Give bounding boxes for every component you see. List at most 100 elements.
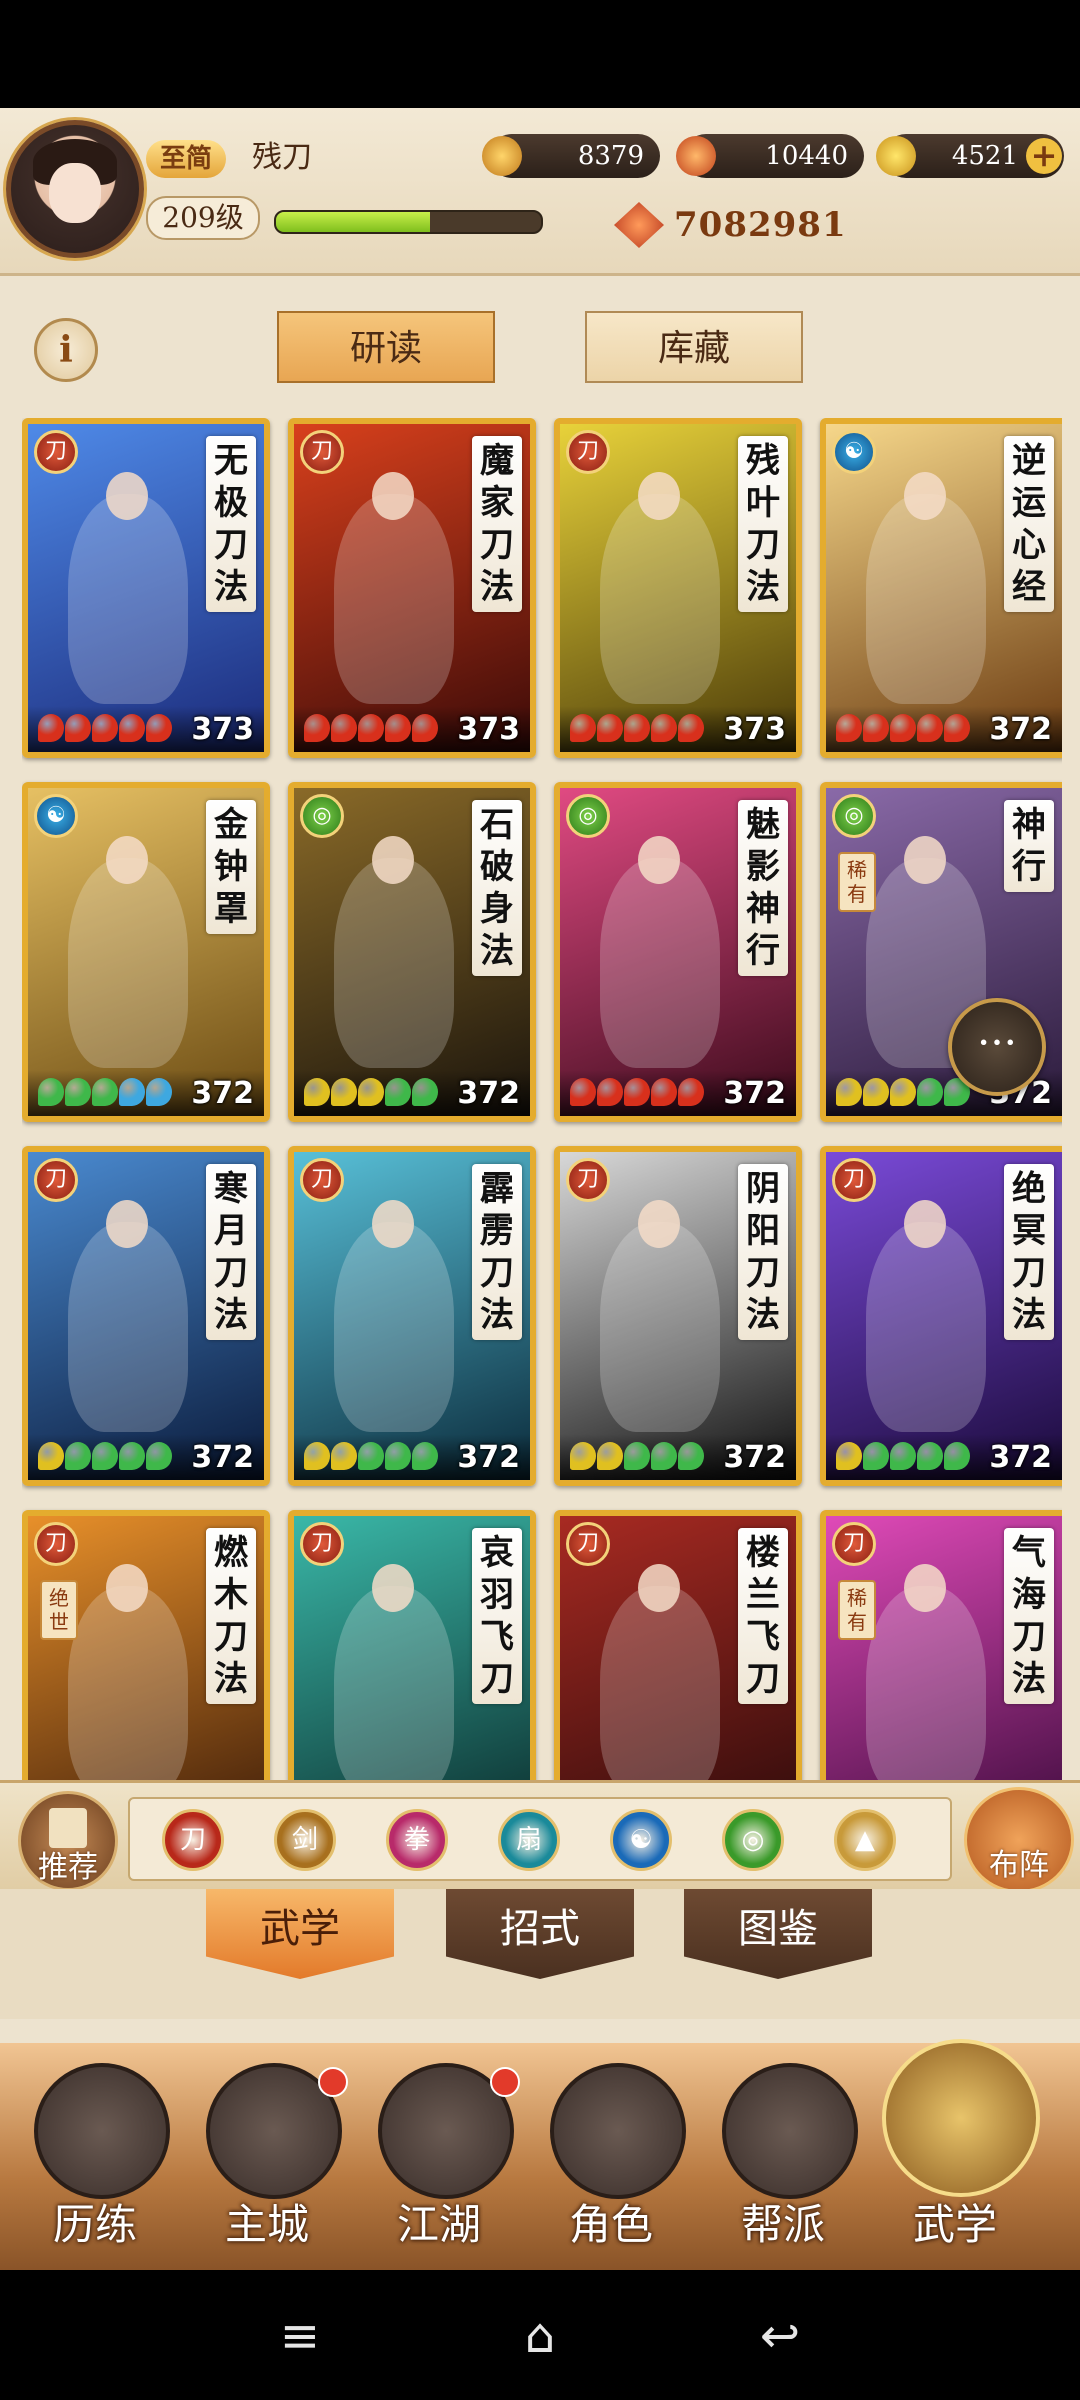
ingot-value: 10440	[765, 141, 848, 171]
nav-item[interactable]: 武学	[870, 2039, 1040, 2263]
card-figure	[600, 494, 720, 704]
star-rating	[304, 1442, 439, 1472]
card-figure-head	[106, 1564, 148, 1612]
card-title: 楼兰飞刀	[738, 1528, 788, 1704]
chat-bubble-icon[interactable]: ···	[948, 998, 1046, 1096]
coin-counter[interactable]: 8379	[482, 134, 660, 178]
skill-card[interactable]: 刀 无极刀法 373	[22, 418, 270, 758]
skill-card[interactable]: ◎ 石破身法 372	[288, 782, 536, 1122]
star-bead-icon	[836, 1442, 862, 1470]
card-level: 372	[989, 712, 1052, 747]
yin-yang-filter-icon[interactable]: ☯	[610, 1809, 672, 1871]
player-level: 209级	[146, 196, 260, 240]
player-avatar[interactable]	[6, 120, 144, 258]
sword-filter-icon[interactable]: 刀	[162, 1809, 224, 1871]
star-bead-icon	[917, 714, 943, 742]
filter-bar: 推荐 刀剑拳扇 ☯ ◎ ▲ 布阵	[0, 1780, 1080, 1893]
card-figure	[866, 1222, 986, 1432]
card-figure-head	[372, 836, 414, 884]
guild-icon	[722, 2063, 858, 2199]
vip-badge[interactable]: 至简	[146, 140, 227, 178]
star-bead-icon	[385, 1078, 411, 1106]
star-bead-icon	[65, 714, 91, 742]
type-filter-strip: 刀剑拳扇 ☯ ◎ ▲	[128, 1797, 952, 1881]
formation-button[interactable]: 布阵	[964, 1787, 1074, 1893]
nav-item[interactable]: 角色	[526, 2053, 696, 2263]
card-figure	[600, 1222, 720, 1432]
up-arrow-filter-icon[interactable]: ▲	[834, 1809, 896, 1871]
tab-study[interactable]: 研读	[277, 311, 495, 383]
tab-collection[interactable]: 库藏	[585, 311, 803, 383]
card-figure-head	[904, 1200, 946, 1248]
star-bead-icon	[331, 714, 357, 742]
skill-card[interactable]: 刀 残叶刀法 373	[554, 418, 802, 758]
skill-card[interactable]: 刀 魔家刀法 373	[288, 418, 536, 758]
swirl-filter-icon[interactable]: ◎	[722, 1809, 784, 1871]
star-bead-icon	[385, 714, 411, 742]
player-header: 至简 残刀 209级 8379 10440 4521 + 7082981	[0, 108, 1080, 276]
staff-filter-icon[interactable]: 剑	[274, 1809, 336, 1871]
skill-card[interactable]: 刀 绝冥刀法 372	[820, 1146, 1062, 1486]
gold-counter[interactable]: 4521 +	[876, 134, 1064, 178]
skill-card[interactable]: 刀 霹雳刀法 372	[288, 1146, 536, 1486]
card-title: 残叶刀法	[738, 436, 788, 612]
sword-icon: 刀	[34, 1522, 78, 1566]
star-bead-icon	[863, 1442, 889, 1470]
card-level: 372	[723, 1440, 786, 1475]
card-level: 373	[723, 712, 786, 747]
recommend-button[interactable]: 推荐	[18, 1791, 118, 1891]
player-name: 残刀	[252, 140, 312, 175]
skill-card[interactable]: ◎ 魅影神行 372	[554, 782, 802, 1122]
menu-icon[interactable]: ≡	[270, 2306, 330, 2366]
card-figure	[334, 1222, 454, 1432]
home-icon[interactable]: ⌂	[510, 2306, 570, 2366]
character-icon	[550, 2063, 686, 2199]
card-title: 哀羽飞刀	[472, 1528, 522, 1704]
swirl-icon: ◎	[832, 794, 876, 838]
star-bead-icon	[92, 1442, 118, 1470]
skill-card[interactable]: ☯ 逆运心经 372	[820, 418, 1062, 758]
star-rating	[836, 714, 971, 744]
swirl-icon: ◎	[566, 794, 610, 838]
sword-icon: 刀	[300, 1158, 344, 1202]
nav-item[interactable]: 历练	[10, 2053, 180, 2263]
martial-arts-icon	[882, 2039, 1040, 2197]
skill-card[interactable]: 刀 寒月刀法 372	[22, 1146, 270, 1486]
card-title: 神行	[1004, 800, 1054, 892]
info-button[interactable]: i	[34, 318, 98, 382]
skill-card[interactable]: 刀 阴阳刀法 372	[554, 1146, 802, 1486]
card-level: 372	[723, 1076, 786, 1111]
star-bead-icon	[863, 714, 889, 742]
card-title: 阴阳刀法	[738, 1164, 788, 1340]
rarity-tag: 稀有	[838, 852, 876, 912]
nav-label: 历练	[52, 2200, 137, 2249]
card-figure-head	[638, 1564, 680, 1612]
nav-item[interactable]: 帮派	[698, 2053, 868, 2263]
nav-item[interactable]: 主城	[182, 2053, 352, 2263]
power-gem-icon	[614, 202, 664, 248]
star-bead-icon	[624, 714, 650, 742]
ingot-counter[interactable]: 10440	[676, 134, 864, 178]
subtab-moves[interactable]: 招式	[446, 1889, 634, 1979]
xp-bar	[274, 210, 543, 234]
card-level: 373	[457, 712, 520, 747]
nav-item[interactable]: 江湖	[354, 2053, 524, 2263]
add-gold-icon[interactable]: +	[1026, 138, 1062, 174]
star-bead-icon	[331, 1442, 357, 1470]
card-title: 燃木刀法	[206, 1528, 256, 1704]
fan-filter-icon[interactable]: 扇	[498, 1809, 560, 1871]
fist-filter-icon[interactable]: 拳	[386, 1809, 448, 1871]
star-bead-icon	[597, 1078, 623, 1106]
star-bead-icon	[119, 1442, 145, 1470]
card-figure-head	[372, 1564, 414, 1612]
subtab-catalog[interactable]: 图鉴	[684, 1889, 872, 1979]
back-icon[interactable]: ↩	[750, 2306, 810, 2366]
bottom-navigation: 历练 主城 江湖 角色 帮派 武学	[0, 2039, 1080, 2270]
card-title: 绝冥刀法	[1004, 1164, 1054, 1340]
star-bead-icon	[358, 1442, 384, 1470]
subtab-martial-arts[interactable]: 武学	[206, 1889, 394, 1979]
skill-card[interactable]: ☯ 金钟罩 372	[22, 782, 270, 1122]
sword-icon: 刀	[34, 1158, 78, 1202]
card-figure-head	[106, 472, 148, 520]
sword-icon: 刀	[566, 430, 610, 474]
